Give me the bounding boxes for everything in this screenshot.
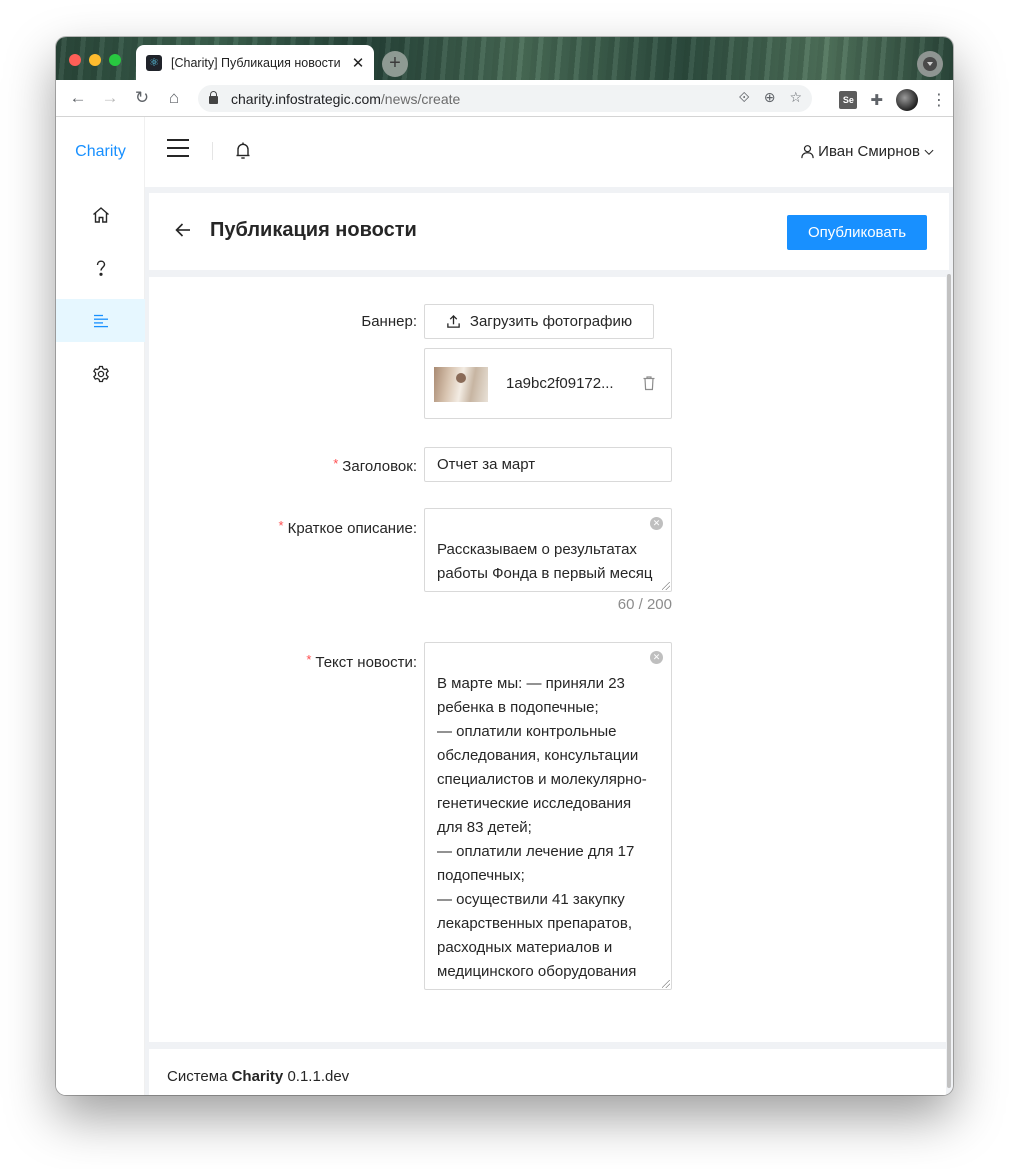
user-icon (801, 145, 814, 159)
bookmark-star-icon[interactable]: ☆ (789, 89, 802, 106)
delete-file-icon[interactable] (641, 375, 657, 391)
browser-window: ⚛ [Charity] Публикация новости ✕ + ← → ↻… (56, 37, 953, 1095)
summary-label: * Краткое описание: (278, 518, 417, 537)
top-header: Иван Смирнов (145, 117, 953, 187)
back-icon[interactable]: ← (62, 88, 94, 108)
body-textarea[interactable]: В марте мы: — приняли 23 ребенка в подоп… (424, 642, 672, 990)
reload-icon[interactable]: ↻ (126, 88, 158, 108)
banner-thumbnail[interactable] (434, 367, 488, 402)
zoom-icon[interactable]: ⊕ (764, 89, 776, 106)
page-title: Публикация новости (210, 219, 417, 241)
upload-label: Загрузить фотографию (469, 313, 633, 330)
bell-icon[interactable] (234, 141, 252, 161)
news-form: Баннер: Загрузить фотографию 1a9bc2f0917… (149, 277, 946, 1042)
new-tab-button[interactable]: + (382, 51, 408, 77)
tab-close-icon[interactable]: ✕ (350, 54, 366, 72)
banner-label: Баннер: (361, 313, 417, 330)
sidebar-item-news[interactable] (56, 299, 145, 342)
user-menu[interactable]: Иван Смирнов (800, 143, 935, 160)
forward-icon[interactable]: → (94, 88, 126, 108)
summary-textarea[interactable]: Рассказываем о результатах работы Фонда … (424, 508, 672, 592)
clear-body-icon[interactable]: ✕ (650, 651, 663, 664)
resize-handle-icon[interactable] (662, 582, 670, 590)
browser-titlebar: ⚛ [Charity] Публикация новости ✕ + (56, 37, 953, 80)
title-label: * Заголовок: (333, 456, 417, 475)
url-text: charity.infostrategic.com/news/create (231, 90, 461, 107)
footer-version: 0.1.1.dev (287, 1068, 350, 1085)
clear-summary-icon[interactable]: ✕ (650, 517, 663, 530)
minimize-window-button[interactable] (89, 54, 101, 66)
close-window-button[interactable] (69, 54, 81, 66)
lock-icon (209, 91, 218, 104)
resize-handle-icon[interactable] (662, 980, 670, 988)
upload-photo-button[interactable]: Загрузить фотографию (424, 304, 654, 339)
app: Charity Иван Смирнов Публикация новости … (56, 117, 953, 1095)
uploaded-file-card: 1a9bc2f09172... (424, 348, 672, 419)
sidebar-item-help[interactable] (56, 246, 145, 289)
back-arrow-icon[interactable] (174, 221, 192, 239)
tab-search-icon[interactable] (917, 51, 943, 77)
sidebar-item-settings[interactable] (56, 352, 145, 395)
sidebar: Charity (56, 117, 145, 1095)
file-name: 1a9bc2f09172... (506, 375, 614, 392)
align-left-icon (93, 314, 108, 327)
footer-product: Charity (231, 1068, 284, 1085)
body-text: В марте мы: — приняли 23 ребенка в подоп… (437, 675, 647, 989)
tab-title: [Charity] Публикация новости (171, 55, 341, 70)
page-header: Публикация новости Опубликовать (149, 193, 949, 270)
zoom-window-button[interactable] (109, 54, 121, 66)
chevron-down-icon (924, 149, 934, 155)
browser-menu-icon[interactable]: ⋮ (931, 90, 947, 110)
home-nav-icon[interactable]: ⌂ (158, 88, 190, 108)
profile-avatar[interactable] (896, 89, 918, 111)
address-bar[interactable]: charity.infostrategic.com/news/create ⟐ … (198, 85, 812, 112)
react-favicon-icon: ⚛ (146, 54, 162, 71)
question-icon (96, 259, 105, 276)
title-input[interactable]: Отчет за март (424, 447, 672, 482)
gear-icon (92, 365, 109, 382)
browser-toolbar: ← → ↻ ⌂ charity.infostrategic.com/news/c… (56, 80, 953, 117)
publish-button[interactable]: Опубликовать (787, 215, 927, 250)
extensions-puzzle-icon[interactable]: ✚ (870, 91, 883, 109)
translate-icon[interactable]: ⟐ (739, 89, 750, 106)
page-scrollbar[interactable] (947, 274, 951, 1088)
browser-tab[interactable]: ⚛ [Charity] Публикация новости ✕ (136, 45, 374, 80)
summary-char-count: 60 / 200 (617, 596, 672, 613)
footer: Система Charity 0.1.1.dev (149, 1049, 946, 1095)
app-logo[interactable]: Charity (56, 143, 145, 161)
menu-toggle-icon[interactable] (167, 139, 189, 157)
summary-text: Рассказываем о результатах работы Фонда … (437, 541, 653, 591)
selenium-extension-icon[interactable]: Se (839, 91, 858, 109)
header-divider (212, 142, 213, 160)
home-icon (92, 206, 109, 223)
sidebar-item-home[interactable] (56, 193, 145, 236)
upload-icon (447, 314, 460, 328)
user-name: Иван Смирнов (818, 143, 920, 160)
body-label: * Текст новости: (306, 652, 417, 671)
